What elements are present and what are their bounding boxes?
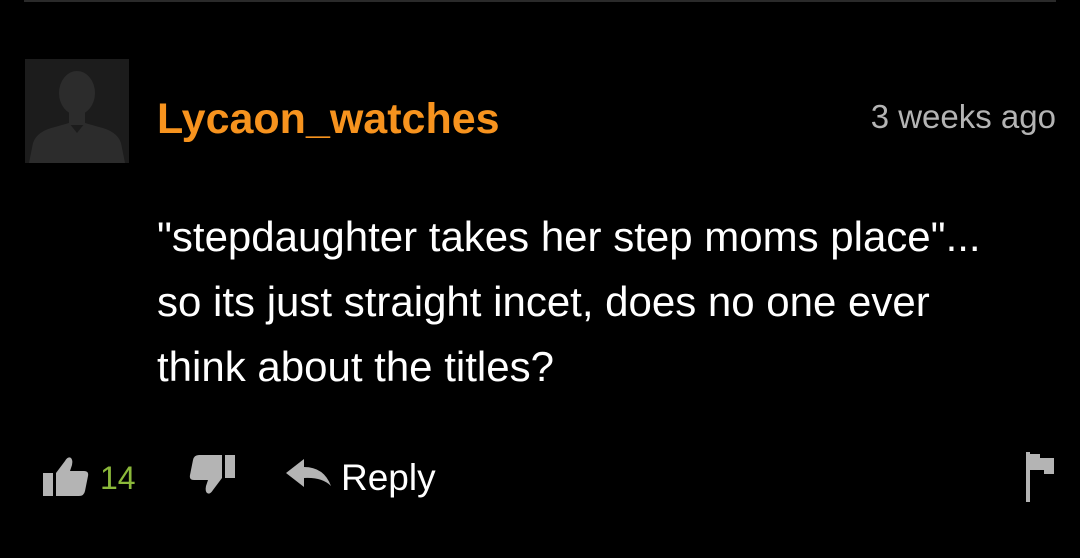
comment-actions: 14 Reply [40,446,1056,506]
comment-timestamp: 3 weeks ago [870,98,1056,135]
reply-label: Reply [341,457,436,498]
comment-line: "stepdaughter takes her step moms place"… [157,213,981,260]
user-avatar[interactable] [25,59,129,163]
reply-arrow-icon [286,459,331,487]
like-count: 14 [100,460,136,496]
comment-username[interactable]: Lycaon_watches [157,94,500,144]
top-divider [24,0,1056,2]
thumbs-up-icon [43,457,89,496]
dislike-button[interactable] [188,453,238,497]
like-button[interactable] [40,454,90,498]
comment-line: think about the titles? [157,343,554,390]
default-avatar-icon [25,59,129,163]
flag-button[interactable] [1024,450,1056,504]
thumbs-down-icon [189,455,235,494]
comment-line: so its just straight incet, does no one … [157,278,930,325]
flag-icon [1026,452,1054,502]
comment-body: "stepdaughter takes her step moms place"… [157,204,1057,399]
